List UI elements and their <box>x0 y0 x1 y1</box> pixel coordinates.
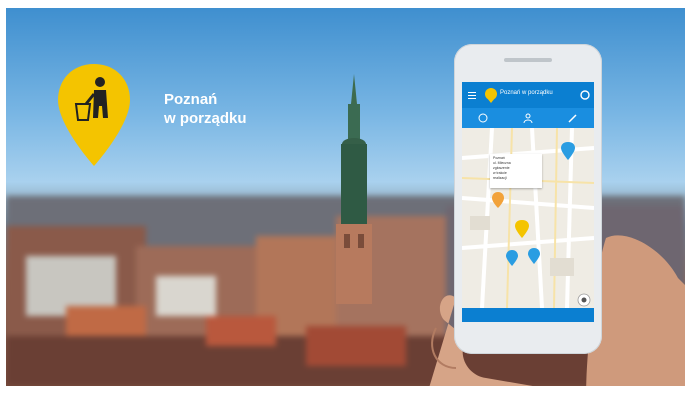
app-title: Poznań w porządku <box>500 90 553 96</box>
popup-line-5: realizacji <box>493 176 507 180</box>
app-screen: Poznań w porządku Poznań ul. Mleczna zgł… <box>462 82 594 322</box>
app-toolbar: Poznań w porządku <box>462 82 594 108</box>
map-marker-orange[interactable] <box>492 192 504 208</box>
refresh-icon[interactable] <box>580 90 590 100</box>
clock-icon[interactable] <box>478 113 488 123</box>
headline-line-2: w porządku <box>164 110 247 127</box>
app-tabs <box>462 108 594 128</box>
menu-icon[interactable] <box>468 91 476 99</box>
smartphone: Poznań w porządku Poznań ul. Mleczna zgł… <box>454 44 602 354</box>
app-bottom-bar <box>462 308 594 322</box>
report-popup[interactable]: Poznań ul. Mleczna zgłoszenie w trakcie … <box>490 154 542 188</box>
phone-speaker <box>504 58 552 62</box>
headline-line-1: Poznań <box>164 91 218 108</box>
hero-photo: Poznań w porządku Poznań w porządku Pozn… <box>6 8 685 386</box>
campaign-title: Poznań w porządku <box>164 90 247 128</box>
pin-icon <box>485 88 497 103</box>
trash-person-icon <box>58 64 130 166</box>
person-icon[interactable] <box>523 113 533 123</box>
edit-icon[interactable] <box>568 113 578 123</box>
town-hall-tower <box>336 74 372 304</box>
